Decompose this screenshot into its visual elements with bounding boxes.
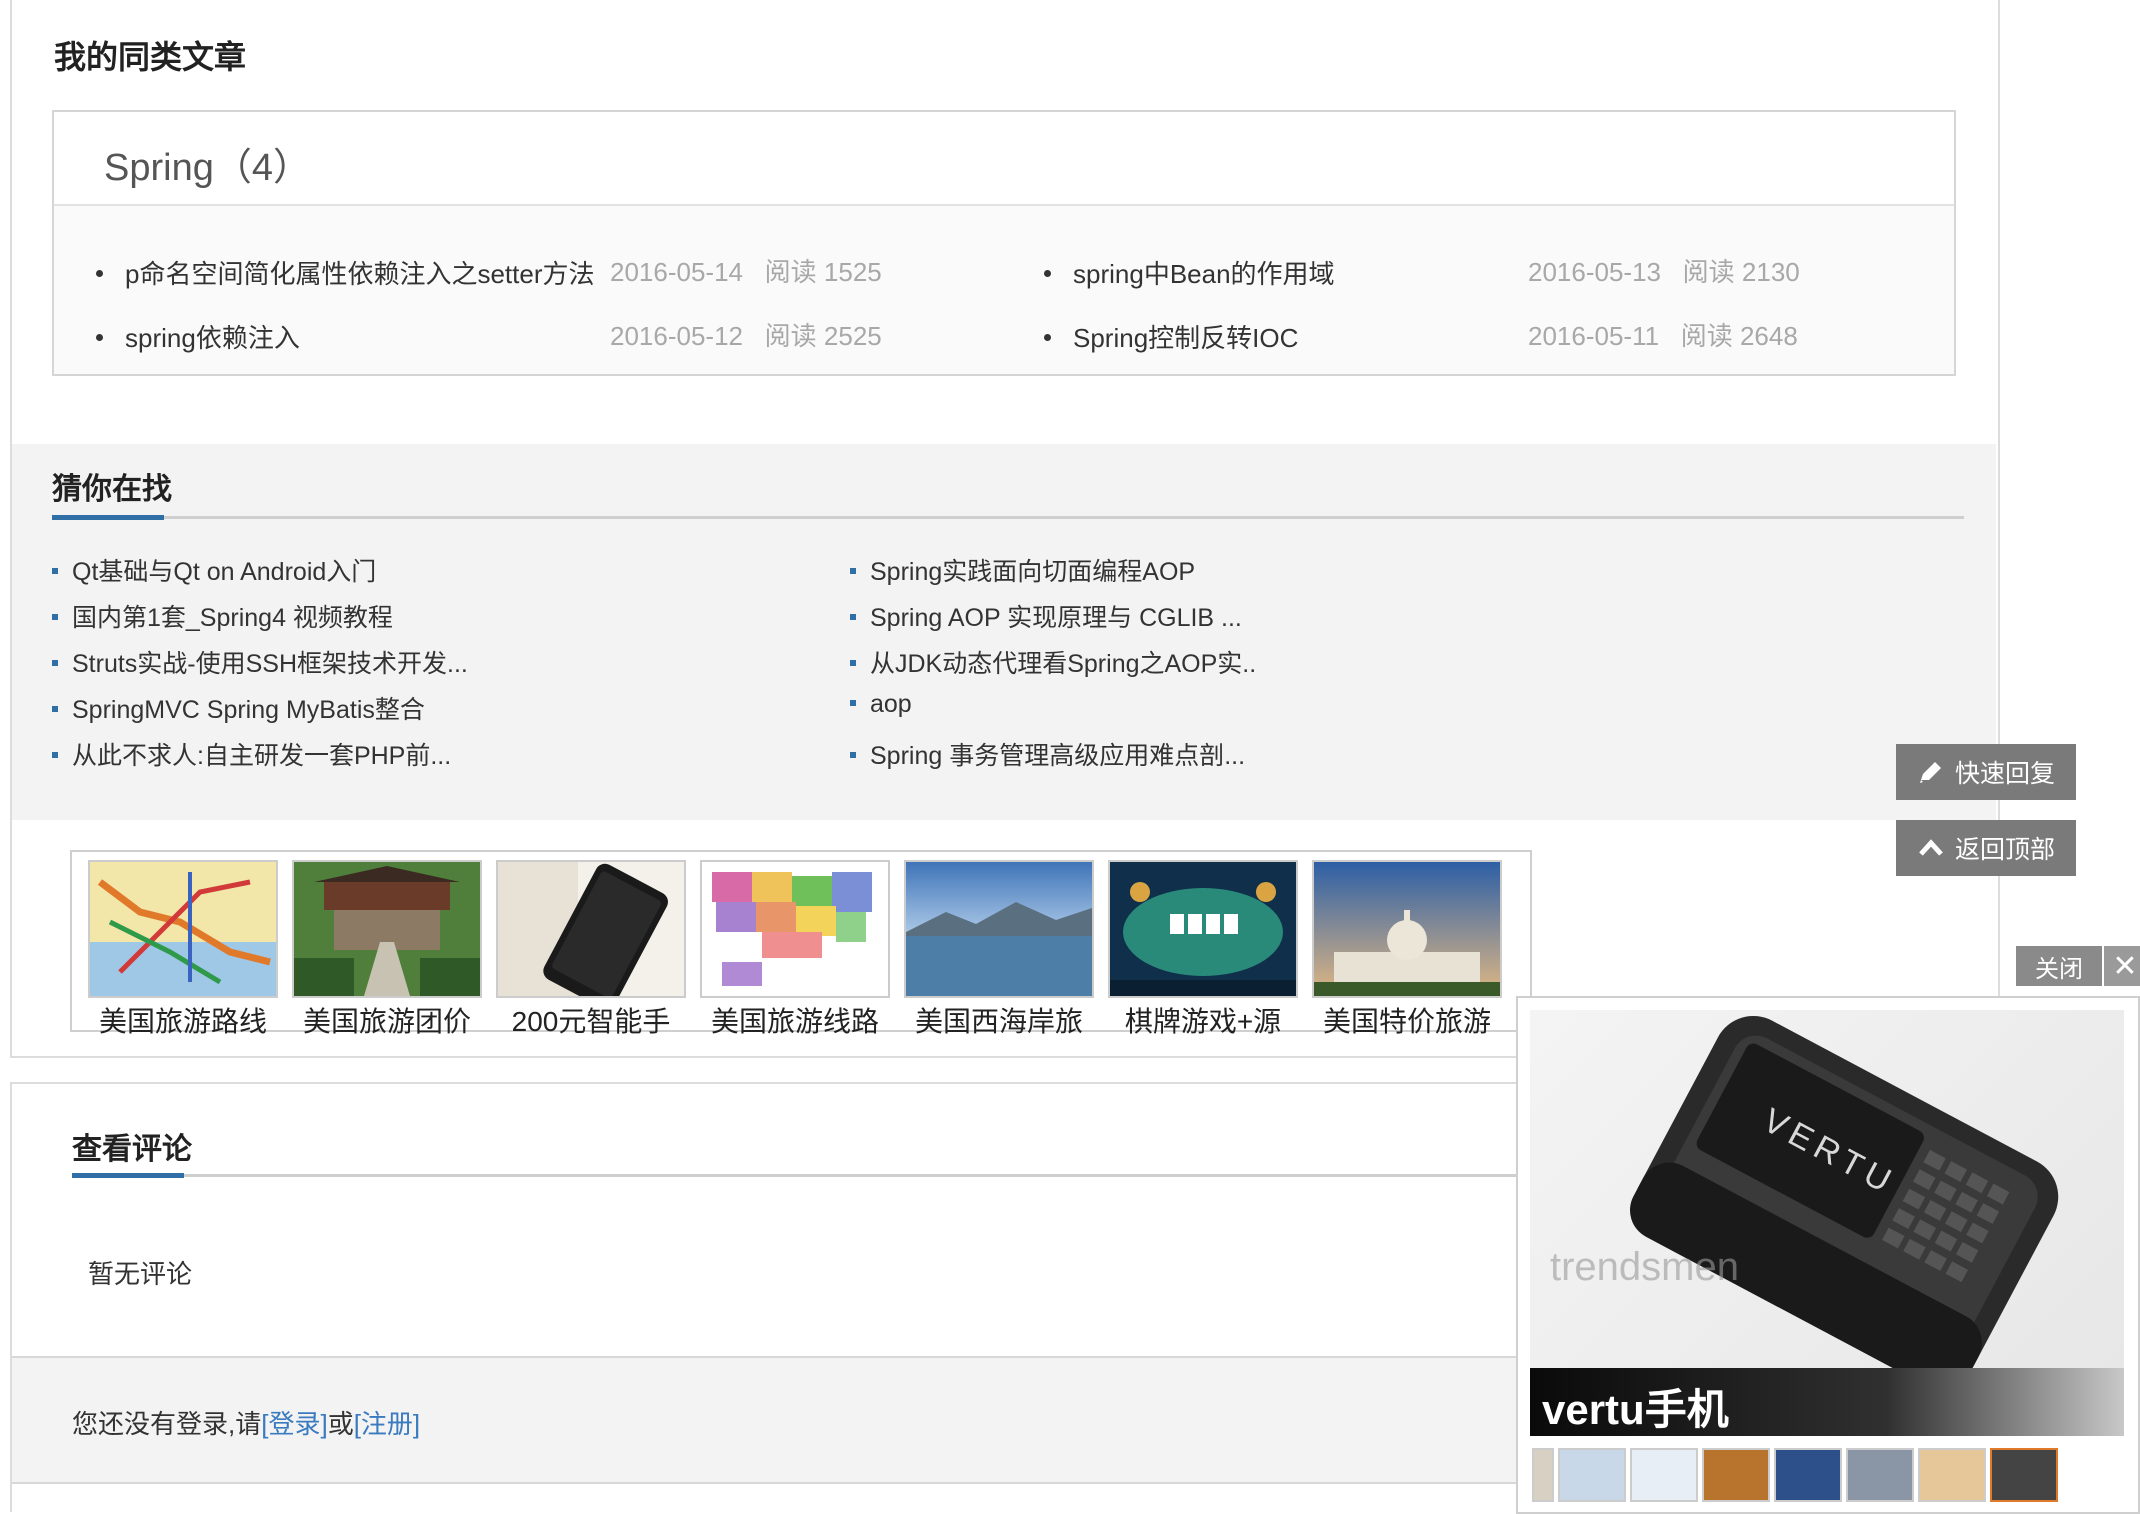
article-meta: 2016-05-12 阅读 2525 — [610, 321, 882, 351]
smartphone-thumbnail[interactable] — [496, 860, 686, 998]
ad-caption[interactable]: 棋牌游戏+源 — [1108, 1000, 1298, 1040]
watermark-text: trendsmen — [1550, 1245, 1739, 1289]
thumbnail[interactable] — [1774, 1448, 1842, 1502]
back-to-top-button[interactable]: 返回顶部 — [1896, 820, 2076, 876]
heading-underline — [52, 515, 164, 520]
coast-photo-thumbnail[interactable] — [904, 860, 1094, 998]
thumbnail[interactable] — [1702, 1448, 1770, 1502]
bullet-icon — [1044, 269, 1051, 277]
popup-ad: VERTU trendsmen vertu手机 — [1516, 996, 2140, 1514]
heading-underline — [72, 1173, 184, 1178]
ad-card[interactable]: 美国特价旅游 — [1312, 860, 1502, 1040]
ad-caption[interactable]: 美国西海岸旅 — [904, 1000, 1094, 1040]
bullet-icon — [96, 333, 103, 341]
capitol-photo-thumbnail[interactable] — [1312, 860, 1502, 998]
square-bullet-icon — [850, 660, 856, 667]
register-link[interactable]: [注册] — [354, 1409, 420, 1439]
quick-reply-button[interactable]: 快速回复 — [1896, 744, 2076, 800]
guess-section: 猜你在找 Qt基础与Qt on Android入门 Spring实践面向切面编程… — [12, 444, 1996, 820]
category-title[interactable]: Spring（4） — [104, 136, 311, 191]
square-bullet-icon — [850, 700, 856, 707]
ad-card[interactable]: 美国旅游线路 — [700, 860, 890, 1040]
poker-game-thumbnail[interactable] — [1108, 860, 1298, 998]
ad-strip: 美国旅游路线 美国旅游团价 200元智能手 美国旅游线路 美国西海岸旅 棋牌游戏… — [70, 850, 1532, 1037]
square-bullet-icon — [52, 752, 58, 759]
ad-caption[interactable]: 美国特价旅游 — [1312, 1000, 1502, 1040]
login-link[interactable]: [登录] — [261, 1409, 327, 1439]
metro-map-thumbnail[interactable] — [88, 860, 278, 998]
back-to-top-label: 返回顶部 — [1954, 836, 2055, 864]
usa-map-thumbnail[interactable] — [700, 860, 890, 998]
login-prompt: 您还没有登录,请[登录]或[注册] — [72, 1404, 420, 1441]
bullet-icon — [96, 269, 103, 277]
square-bullet-icon — [850, 752, 856, 759]
thumbnail-active[interactable] — [1990, 1448, 2058, 1502]
article-meta: 2016-05-13 阅读 2130 — [1528, 257, 1800, 287]
thumbnail[interactable] — [1558, 1448, 1626, 1502]
article-meta: 2016-05-14 阅读 1525 — [610, 257, 882, 287]
ad-caption[interactable]: 美国旅游线路 — [700, 1000, 890, 1040]
popup-caption-bar: vertu手机 — [1530, 1368, 2124, 1436]
guess-item[interactable]: 从此不求人:自主研发一套PHP前... — [52, 736, 451, 772]
guess-item[interactable]: 从JDK动态代理看Spring之AOP实.. — [850, 644, 1256, 680]
thumbnail[interactable] — [1532, 1448, 1554, 1502]
square-bullet-icon — [52, 660, 58, 667]
guess-item[interactable]: Struts实战-使用SSH框架技术开发... — [52, 644, 468, 680]
close-icon[interactable]: ✕ — [2104, 946, 2140, 986]
login-prompt-text: 您还没有登录,请 — [72, 1409, 262, 1439]
square-bullet-icon — [52, 706, 58, 713]
guess-item[interactable]: Spring实践面向切面编程AOP — [850, 552, 1195, 588]
chevron-up-icon — [1919, 839, 1943, 856]
ad-caption[interactable]: 200元智能手 — [496, 1000, 686, 1040]
quick-reply-label: 快速回复 — [1954, 760, 2055, 788]
thumbnail[interactable] — [1918, 1448, 1986, 1502]
square-bullet-icon — [52, 614, 58, 621]
close-ad-button[interactable]: 关闭 — [2016, 946, 2102, 986]
guess-item[interactable]: Qt基础与Qt on Android入门 — [52, 552, 376, 588]
popup-caption[interactable]: vertu手机 — [1542, 1376, 1729, 1437]
guess-item[interactable]: aop — [850, 690, 912, 719]
divider — [72, 1174, 1552, 1177]
ad-card[interactable]: 美国旅游团价 — [292, 860, 482, 1040]
square-bullet-icon — [850, 568, 856, 575]
category-header: Spring（4） — [54, 112, 1954, 206]
article-item[interactable]: p命名空间简化属性依赖注入之setter方法 — [96, 254, 595, 291]
article-item[interactable]: spring依赖注入 — [96, 318, 300, 355]
ad-caption[interactable]: 美国旅游路线 — [88, 1000, 278, 1040]
square-bullet-icon — [850, 614, 856, 621]
ad-card[interactable]: 200元智能手 — [496, 860, 686, 1040]
article-item[interactable]: Spring控制反转IOC — [1044, 318, 1298, 355]
thumbnail[interactable] — [1846, 1448, 1914, 1502]
login-prompt-bar: 您还没有登录,请[登录]或[注册] — [12, 1356, 1552, 1484]
ad-caption[interactable]: 美国旅游团价 — [292, 1000, 482, 1040]
no-comments-text: 暂无评论 — [88, 1259, 193, 1289]
article-item[interactable]: spring中Bean的作用域 — [1044, 254, 1335, 291]
garden-photo-thumbnail[interactable] — [292, 860, 482, 998]
square-bullet-icon — [52, 568, 58, 575]
similar-articles-heading: 我的同类文章 — [54, 39, 247, 75]
guess-item[interactable]: 国内第1套_Spring4 视频教程 — [52, 598, 393, 634]
thumbnail[interactable] — [1630, 1448, 1698, 1502]
guess-heading: 猜你在找 — [52, 473, 172, 506]
ad-card[interactable]: 美国旅游路线 — [88, 860, 278, 1040]
comments-heading: 查看评论 — [72, 1133, 192, 1166]
ad-card[interactable]: 美国西海岸旅 — [904, 860, 1094, 1040]
article-meta: 2016-05-11 阅读 2648 — [1528, 321, 1798, 351]
ad-card[interactable]: 棋牌游戏+源 — [1108, 860, 1298, 1040]
divider — [52, 516, 1964, 519]
popup-thumbnail-strip — [1532, 1448, 2126, 1504]
guess-item[interactable]: SpringMVC Spring MyBatis整合 — [52, 690, 425, 726]
category-box: Spring（4） p命名空间简化属性依赖注入之setter方法 2016-05… — [52, 110, 1956, 376]
pencil-icon — [1919, 762, 1941, 783]
or-text: 或 — [327, 1409, 354, 1439]
bullet-icon — [1044, 333, 1051, 341]
guess-item[interactable]: Spring AOP 实现原理与 CGLIB ... — [850, 598, 1242, 634]
guess-item[interactable]: Spring 事务管理高级应用难点剖... — [850, 736, 1245, 772]
